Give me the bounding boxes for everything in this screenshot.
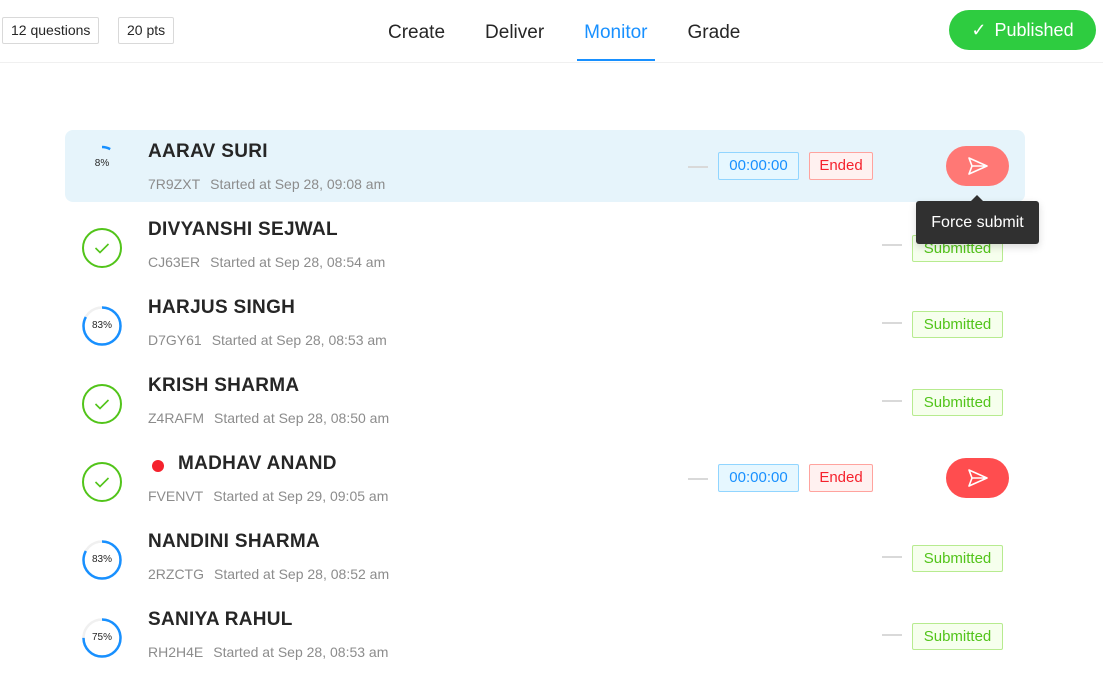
send-icon	[968, 469, 988, 487]
start-time: Started at Sep 28, 08:53 am	[213, 644, 389, 660]
divider-dash	[882, 634, 902, 636]
tab-create[interactable]: Create	[368, 0, 465, 62]
student-row[interactable]: 8% AARAV SURI 7R9ZXT Started at Sep 28, 0…	[65, 130, 1025, 202]
status-badge: Submitted	[912, 311, 1003, 338]
student-row[interactable]: KRISH SHARMA Z4RAFM Started at Sep 28, 08…	[65, 364, 1025, 442]
student-name: SANIYA RAHUL	[148, 609, 293, 630]
student-name: NANDINI SHARMA	[148, 531, 321, 552]
start-time: Started at Sep 28, 08:50 am	[214, 410, 390, 426]
divider-dash	[882, 556, 902, 558]
published-label: Published	[994, 20, 1074, 40]
flag-dot-icon	[152, 460, 164, 472]
divider-dash	[882, 244, 902, 246]
status-badge: Ended	[809, 464, 873, 492]
student-meta: D7GY61 Started at Sep 28, 08:53 am	[148, 332, 387, 348]
divider-dash	[882, 400, 902, 402]
start-time: Started at Sep 28, 08:54 am	[210, 254, 386, 270]
tab-grade[interactable]: Grade	[668, 0, 761, 62]
start-time: Started at Sep 28, 09:08 am	[210, 176, 386, 192]
check-icon	[94, 399, 110, 410]
student-row[interactable]: MADHAV ANAND FVENVT Started at Sep 29, 09…	[65, 442, 1025, 520]
force-submit-tooltip: Force submit	[916, 195, 1039, 244]
student-code: D7GY61	[148, 332, 202, 348]
force-submit-button[interactable]	[946, 458, 1009, 498]
student-row[interactable]: 83% NANDINI SHARMA 2RZCTG Started at Sep …	[65, 520, 1025, 598]
progress-percent: 83%	[91, 554, 112, 565]
student-meta: Z4RAFM Started at Sep 28, 08:50 am	[148, 410, 389, 426]
student-code: 2RZCTG	[148, 566, 204, 582]
top-bar: 12 questions 20 pts Create Deliver Monit…	[0, 0, 1103, 63]
progress-ring	[82, 462, 122, 502]
student-name: AARAV SURI	[148, 141, 268, 162]
student-name: MADHAV ANAND	[178, 453, 337, 474]
start-time: Started at Sep 28, 08:52 am	[214, 566, 390, 582]
divider-dash	[688, 478, 708, 480]
progress-ring	[82, 384, 122, 424]
student-meta: FVENVT Started at Sep 29, 09:05 am	[148, 488, 388, 504]
nav-tabs: Create Deliver Monitor Grade	[368, 0, 760, 62]
send-icon	[968, 157, 988, 175]
start-time: Started at Sep 29, 09:05 am	[213, 488, 389, 504]
progress-ring: 8%	[82, 144, 122, 184]
progress-ring	[82, 228, 122, 268]
points-badge: 20 pts	[118, 17, 175, 44]
timer-badge: 00:00:00	[718, 152, 799, 180]
student-name: DIVYANSHI SEJWAL	[148, 219, 338, 240]
student-name: HARJUS SINGH	[148, 297, 296, 318]
status-badge: Submitted	[912, 545, 1003, 572]
student-meta: RH2H4E Started at Sep 28, 08:53 am	[148, 644, 388, 660]
progress-ring-arc	[82, 462, 122, 502]
student-code: Z4RAFM	[148, 410, 204, 426]
progress-ring-arc	[82, 384, 122, 424]
student-meta: 7R9ZXT Started at Sep 28, 09:08 am	[148, 176, 385, 192]
progress-percent: 75%	[91, 632, 112, 643]
student-code: CJ63ER	[148, 254, 201, 270]
student-row[interactable]: 75% SANIYA RAHUL RH2H4E Started at Sep 28…	[65, 598, 1025, 676]
student-row[interactable]: DIVYANSHI SEJWAL CJ63ER Started at Sep 28…	[65, 208, 1025, 286]
check-icon	[94, 243, 110, 254]
student-meta: CJ63ER Started at Sep 28, 08:54 am	[148, 254, 385, 270]
student-name: KRISH SHARMA	[148, 375, 300, 396]
student-code: 7R9ZXT	[148, 176, 201, 192]
divider-dash	[688, 166, 708, 168]
progress-percent: 8%	[94, 158, 110, 169]
progress-ring: 83%	[82, 540, 122, 580]
progress-percent: 83%	[91, 320, 112, 331]
question-count-badge: 12 questions	[2, 17, 100, 44]
progress-ring-arc	[82, 228, 122, 268]
divider-dash	[882, 322, 902, 324]
student-list: 8% AARAV SURI 7R9ZXT Started at Sep 28, 0…	[65, 130, 1025, 676]
tab-deliver[interactable]: Deliver	[465, 0, 564, 62]
status-badge: Submitted	[912, 623, 1003, 650]
timer-badge: 00:00:00	[718, 464, 799, 492]
student-code: RH2H4E	[148, 644, 204, 660]
progress-ring: 75%	[82, 618, 122, 658]
student-meta: 2RZCTG Started at Sep 28, 08:52 am	[148, 566, 389, 582]
progress-ring: 83%	[82, 306, 122, 346]
check-icon	[94, 477, 110, 488]
student-code: FVENVT	[148, 488, 204, 504]
status-badge: Ended	[809, 152, 873, 180]
status-badge: Submitted	[912, 389, 1003, 416]
check-icon: ✓	[971, 20, 987, 40]
published-button[interactable]: ✓ Published	[949, 10, 1096, 50]
tab-monitor[interactable]: Monitor	[564, 0, 667, 62]
start-time: Started at Sep 28, 08:53 am	[211, 332, 387, 348]
force-submit-button[interactable]	[946, 146, 1009, 186]
student-row[interactable]: 83% HARJUS SINGH D7GY61 Started at Sep 28…	[65, 286, 1025, 364]
